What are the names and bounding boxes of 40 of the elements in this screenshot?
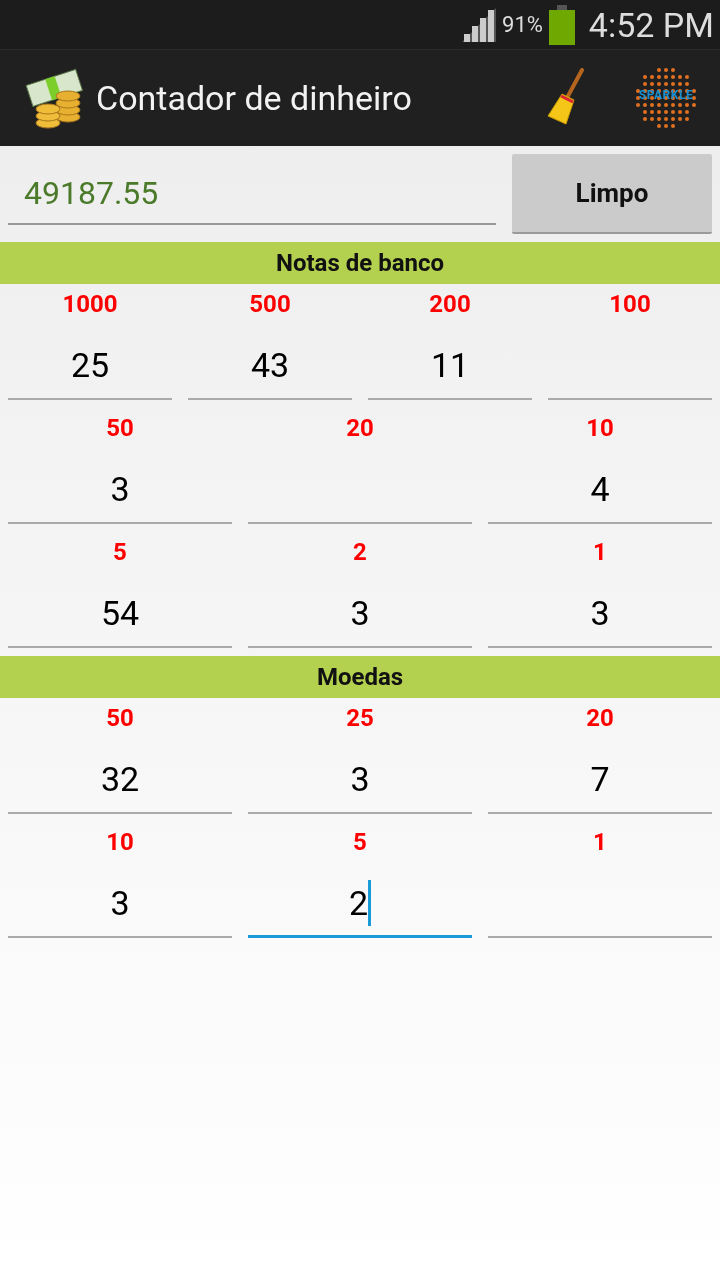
denomination-label: 25 (346, 703, 374, 734)
count-field[interactable]: 54 (8, 580, 232, 648)
count-field[interactable]: 3 (248, 580, 472, 648)
money-coins-icon (24, 67, 86, 129)
count-field[interactable]: 32 (8, 746, 232, 814)
denomination-label: 500 (249, 289, 291, 320)
denomination-label: 50 (106, 413, 134, 444)
count-field[interactable]: 3 (248, 746, 472, 814)
signal-icon (462, 7, 496, 42)
denomination-label: 1 (593, 537, 607, 568)
denomination-label: 5 (113, 537, 127, 568)
clear-button[interactable]: Limpo (512, 154, 712, 234)
denomination-label: 5 (353, 827, 367, 858)
count-field[interactable]: 25 (8, 332, 172, 400)
app-title: Contador de dinheiro (96, 78, 413, 118)
count-field[interactable]: 43 (188, 332, 352, 400)
sparkle-logo[interactable]: SPARKLE (632, 64, 700, 132)
count-field[interactable]: 11 (368, 332, 532, 400)
denomination-label: 50 (106, 703, 134, 734)
clock: 4:52 PM (588, 4, 714, 45)
denomination-label: 10 (106, 827, 134, 858)
denomination-label: 2 (353, 537, 367, 568)
denomination-label: 20 (346, 413, 374, 444)
denomination-label: 20 (586, 703, 614, 734)
section-header: Notas de banco (0, 242, 720, 284)
denomination-label: 1 (593, 827, 607, 858)
denomination-label: 1000 (62, 289, 118, 320)
denomination-label: 10 (586, 413, 614, 444)
battery-percent: 91% (502, 12, 543, 37)
count-field[interactable]: 4 (488, 456, 712, 524)
denomination-label: 100 (609, 289, 651, 320)
battery-icon (548, 4, 575, 45)
count-field[interactable]: 7 (488, 746, 712, 814)
count-field[interactable]: 3 (8, 870, 232, 938)
total-field[interactable]: 49187.55 (8, 163, 496, 225)
count-field[interactable]: 2 (248, 870, 472, 938)
section-header: Moedas (0, 656, 720, 698)
count-field[interactable]: 3 (488, 580, 712, 648)
denomination-label: 200 (429, 289, 471, 320)
count-field[interactable]: 3 (8, 456, 232, 524)
